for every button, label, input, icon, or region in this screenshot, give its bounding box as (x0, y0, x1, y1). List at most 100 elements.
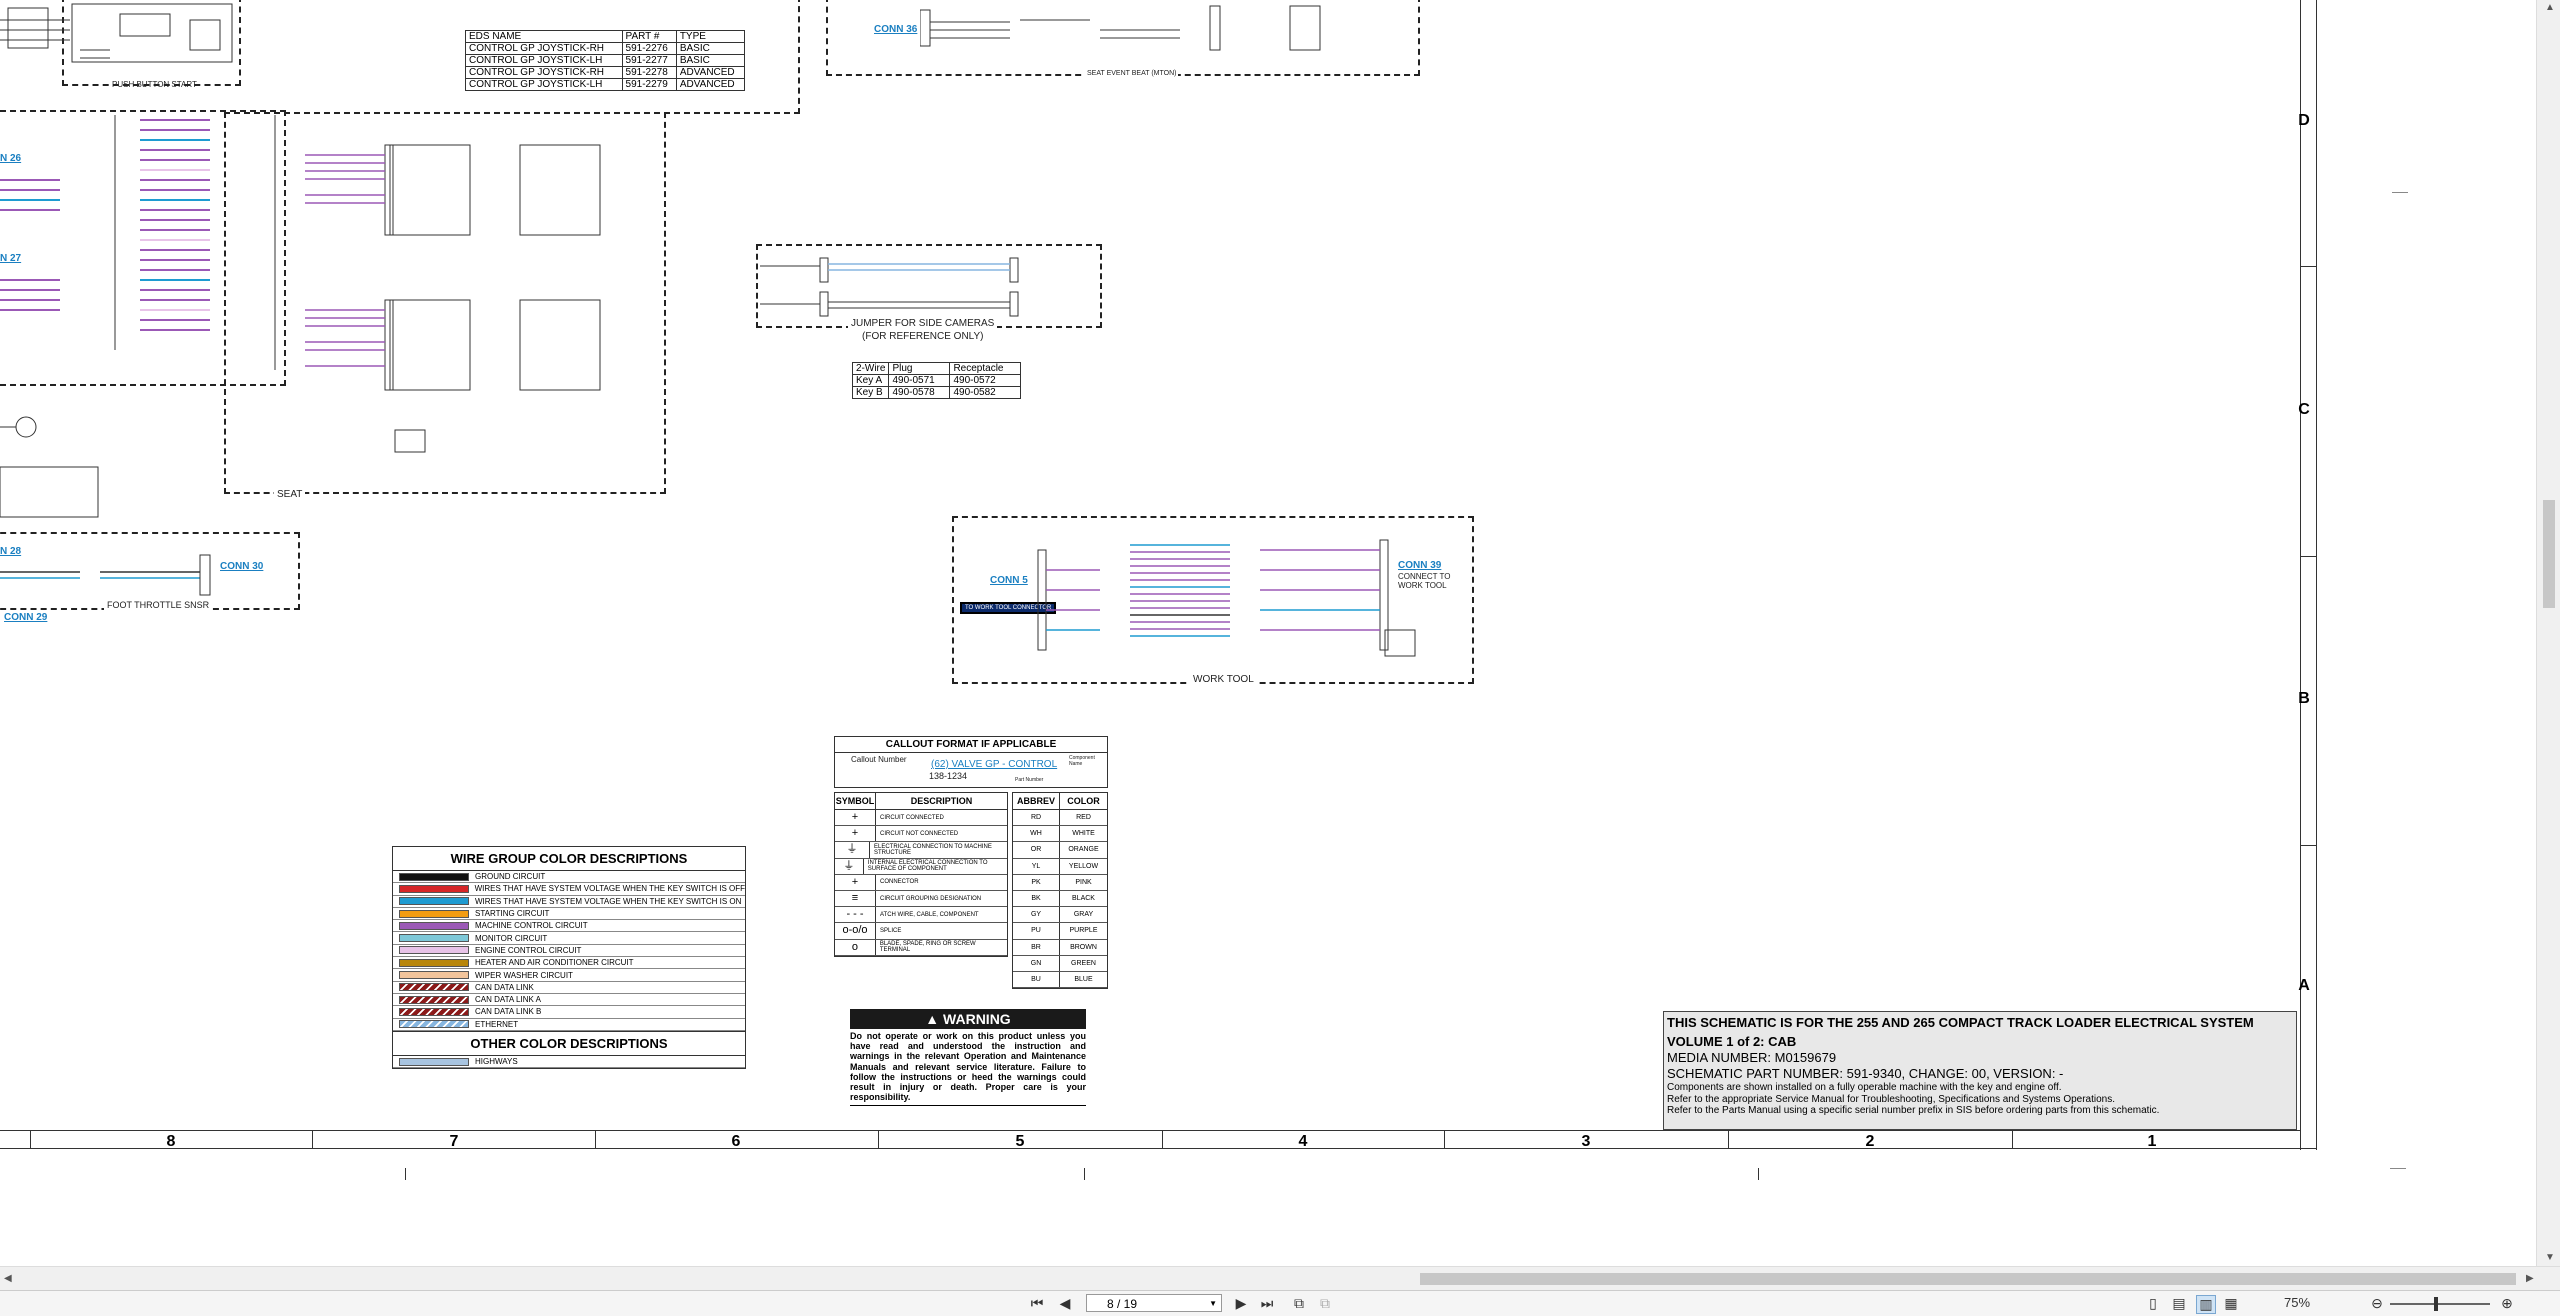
horizontal-scroll-thumb[interactable] (1420, 1273, 2516, 1285)
border-tick (1162, 1130, 1163, 1148)
wire-group-desc: WIRES THAT HAVE SYSTEM VOLTAGE WHEN THE … (474, 884, 745, 894)
symbol-row: o-o/o SPLICE (835, 923, 1007, 940)
conn-29-link[interactable]: CONN 29 (4, 612, 47, 623)
eds-table: EDS NAME PART # TYPE CONTROL GP JOYSTICK… (465, 30, 746, 91)
symbol-desc: CIRCUIT GROUPING DESIGNATION (880, 895, 982, 902)
wire-group-row: MONITOR CIRCUIT (393, 932, 745, 945)
key-cell: 490-0582 (949, 386, 1022, 399)
border-tick (1444, 1130, 1445, 1148)
conn-36-link[interactable]: CONN 36 (874, 24, 917, 35)
callout-part-label: Part Number (1015, 777, 1044, 783)
symbol-rows: + CIRCUIT CONNECTED + CIRCUIT NOT CONNECTED… (835, 810, 1007, 956)
abbrev-row: RD RED (1013, 810, 1107, 827)
color-swatch (399, 1007, 469, 1016)
scroll-left-icon[interactable]: ◀ (4, 1273, 12, 1284)
border-tick (2300, 266, 2316, 267)
eds-cell: 591-2277 (621, 54, 677, 67)
symbol-row: - - - ATCH WIRE, CABLE, COMPONENT (835, 907, 1007, 924)
symbol-row: + CIRCUIT CONNECTED (835, 810, 1007, 827)
symbol-glyph: ⏚ (835, 858, 864, 874)
abbrev-row: BU BLUE (1013, 971, 1107, 989)
eds-cell: 591-2276 (621, 42, 677, 55)
viewer-toolbar: ⏮ ◀ 8 / 19 ▼ ▶ ⏭ ⧉ ⧉ ▯ ▤ ▥ ▦ 75% ⊖ ⊕ (0, 1290, 2560, 1316)
title-line-3: MEDIA NUMBER: M0159679 (1667, 1050, 1837, 1065)
title-line-7: Refer to the Parts Manual using a specif… (1667, 1105, 2160, 1116)
table-row: CONTROL GP JOYSTICK-LH 591-2279 ADVANCED (465, 78, 746, 91)
vertical-scroll-thumb[interactable] (2543, 500, 2555, 608)
document-viewport[interactable]: D C B A 8 7 6 5 4 3 2 1 PUSH BUTTON STAR… (0, 0, 2536, 1266)
single-page-view-icon[interactable]: ▯ (2144, 1295, 2162, 1312)
eds-cell: 591-2278 (621, 66, 677, 79)
foot-throttle-label: FOOT THROTTLE SNSR (104, 600, 213, 610)
horizontal-scrollbar[interactable]: ◀ ▶ (0, 1266, 2560, 1291)
other-color-rows: HIGHWAYS (393, 1056, 745, 1069)
last-page-icon[interactable]: ⏭ (1258, 1295, 1276, 1312)
color-swatch (399, 971, 469, 980)
abbrev-table: ABBREV COLOR RD RED WH WHITE OR ORANGE YL YELLO… (1012, 792, 1108, 990)
border-tick (2012, 1130, 2013, 1148)
color-swatch (399, 1057, 469, 1066)
color-swatch (399, 946, 469, 955)
paste-page-icon[interactable]: ⧉ (1316, 1295, 1334, 1312)
table-row: Key A 490-0571 490-0572 (851, 374, 1022, 387)
two-page-view-icon[interactable]: ▥ (2196, 1295, 2216, 1314)
symbol-glyph: ≡ (835, 890, 876, 907)
zoom-slider-knob[interactable] (2434, 1297, 2438, 1311)
continuous-view-icon[interactable]: ▤ (2170, 1295, 2188, 1312)
page-mark (1758, 1168, 1759, 1180)
symbol-row: + CONNECTOR (835, 874, 1007, 891)
zoom-slider[interactable] (2390, 1303, 2490, 1305)
border-line (0, 1148, 2316, 1149)
abbrev-code: YL (1013, 858, 1060, 874)
copy-page-icon[interactable]: ⧉ (1290, 1295, 1308, 1312)
first-page-icon[interactable]: ⏮ (1028, 1295, 1046, 1312)
callout-example-link[interactable]: (62) VALVE GP - CONTROL (931, 759, 1057, 770)
title-line-6: Refer to the appropriate Service Manual … (1667, 1093, 2116, 1105)
abbrev-code: BK (1013, 890, 1060, 907)
callout-part-number: 138-1234 (929, 771, 968, 781)
foot-throttle-wires (0, 554, 211, 596)
callout-number-label: Callout Number (851, 755, 907, 764)
wire-group-row: WIRES THAT HAVE SYSTEM VOLTAGE WHEN THE … (393, 896, 745, 908)
color-swatch (399, 958, 469, 967)
zoom-in-icon[interactable]: ⊕ (2498, 1295, 2516, 1312)
previous-page-icon[interactable]: ◀ (1056, 1295, 1074, 1312)
wire-group-desc: MONITOR CIRCUIT (475, 933, 548, 943)
symbol-row: o BLADE, SPADE, RING OR SCREW TERMINAL (835, 939, 1007, 956)
key-cell: 490-0571 (888, 374, 951, 387)
page-number-field[interactable]: 8 / 19 ▼ (1086, 1294, 1222, 1312)
page-mark (1084, 1168, 1085, 1180)
abbrev-color: PINK (1075, 878, 1092, 886)
abbrev-row: PK PINK (1013, 874, 1107, 891)
scroll-down-icon[interactable]: ▼ (2545, 1252, 2555, 1263)
eds-header: PART # (621, 30, 677, 43)
conn-30-link[interactable]: CONN 30 (220, 561, 263, 572)
abbrev-color: BLUE (1074, 975, 1093, 983)
abbrev-color: GRAY (1073, 911, 1094, 919)
color-swatch (399, 897, 469, 906)
abbrev-row: GN GREEN (1013, 955, 1107, 972)
border-tick (2300, 556, 2316, 557)
chevron-down-icon[interactable]: ▼ (1209, 1295, 1217, 1313)
color-swatch (399, 983, 469, 992)
zoom-level[interactable]: 75% (2284, 1295, 2310, 1310)
scroll-right-icon[interactable]: ▶ (2526, 1273, 2534, 1284)
next-page-icon[interactable]: ▶ (1232, 1295, 1250, 1312)
abbrev-row: YL YELLOW (1013, 858, 1107, 875)
row-letter-a: A (2298, 977, 2310, 994)
title-block: THIS SCHEMATIC IS FOR THE 255 AND 265 CO… (1663, 1011, 2297, 1130)
callout-title: CALLOUT FORMAT IF APPLICABLE (835, 737, 1107, 753)
key-cell: 490-0578 (888, 386, 951, 399)
title-line-2: VOLUME 1 of 2: CAB (1667, 1034, 1797, 1049)
column-number-2: 2 (1865, 1133, 1875, 1150)
scroll-up-icon[interactable]: ▲ (2545, 2, 2555, 13)
title-line-5: Components are shown installed on a full… (1667, 1082, 2062, 1093)
border-tick (2300, 845, 2316, 846)
vertical-scrollbar[interactable]: ▲ ▼ (2536, 0, 2560, 1266)
conn-5-link[interactable]: CONN 5 (990, 575, 1028, 586)
zoom-out-icon[interactable]: ⊖ (2368, 1295, 2386, 1312)
work-tool-wires (1037, 539, 1416, 657)
color-header: COLOR (1067, 796, 1100, 806)
two-page-continuous-icon[interactable]: ▦ (2222, 1295, 2240, 1312)
abbrev-row: PU PURPLE (1013, 923, 1107, 940)
